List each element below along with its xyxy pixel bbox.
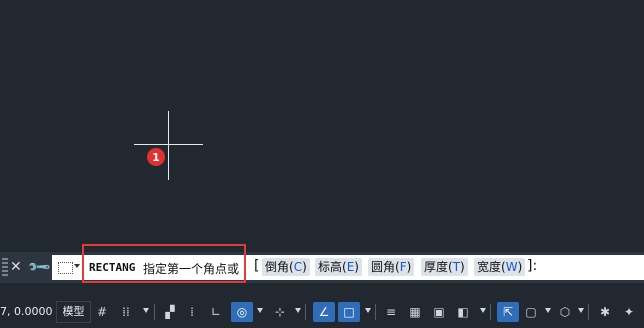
separator <box>490 304 491 320</box>
option-width[interactable]: 宽度(W) <box>474 258 526 276</box>
separator <box>375 304 376 320</box>
options-close-bracket: ]: <box>527 258 538 274</box>
chevron-down-icon[interactable] <box>480 308 486 313</box>
drag-grip-handle[interactable] <box>2 258 8 276</box>
transparency-icon[interactable]: ▦ <box>406 302 424 322</box>
option-fillet[interactable]: 圆角(F) <box>368 258 415 276</box>
option-chamfer[interactable]: 倒角(C) <box>262 258 310 276</box>
command-highlight-box <box>82 244 246 283</box>
drawing-canvas[interactable]: 1 <box>0 0 644 252</box>
chevron-down-icon[interactable] <box>74 264 80 268</box>
gizmo-icon[interactable]: ⬡ <box>556 302 574 322</box>
lineweight-icon[interactable]: ≡ <box>382 302 400 322</box>
separator <box>154 304 155 320</box>
grid-icon[interactable]: # <box>93 302 111 322</box>
selection-cycling-icon[interactable]: ▣ <box>430 302 448 322</box>
infer-constraints-icon[interactable]: ▞ <box>161 302 179 322</box>
chevron-down-icon[interactable] <box>257 308 263 313</box>
crosshair-vertical <box>168 111 169 180</box>
isodraft-icon[interactable]: ⊹ <box>271 302 289 322</box>
object-snap-icon[interactable]: □ <box>338 302 360 322</box>
dynamic-ucs-icon[interactable]: ⇱ <box>497 302 519 322</box>
object-snap-tracking-icon[interactable]: ∠ <box>313 302 335 322</box>
polar-tracking-icon[interactable]: ◎ <box>231 302 253 322</box>
selection-filter-icon[interactable]: ▢ <box>522 302 540 322</box>
wrench-icon[interactable]: 🔧 <box>26 254 52 280</box>
chevron-down-icon[interactable] <box>365 308 371 313</box>
close-icon[interactable]: ✕ <box>10 259 22 275</box>
dynamic-input-icon[interactable]: ⁞ <box>183 302 201 322</box>
annotation-visibility-icon[interactable]: ✱ <box>596 302 614 322</box>
chevron-down-icon[interactable] <box>578 308 584 313</box>
chevron-down-icon[interactable] <box>545 308 551 313</box>
chevron-down-icon[interactable] <box>295 308 301 313</box>
separator <box>588 304 589 320</box>
auto-scale-icon[interactable]: ✦ <box>620 302 638 322</box>
ortho-icon[interactable]: ∟ <box>207 302 225 322</box>
option-thickness[interactable]: 厚度(T) <box>421 258 468 276</box>
coordinate-readout: 7, 0.0000 <box>0 305 53 318</box>
3d-object-snap-icon[interactable]: ◧ <box>454 302 472 322</box>
snap-icon[interactable]: ⁞⁞ <box>117 302 135 322</box>
status-bar: 7, 0.0000 模型 # ⁞⁞ ▞ ⁞ ∟ ◎ ⊹ ∠ □ ≡ ▦ ▣ ◧ … <box>0 297 644 328</box>
rectangle-icon[interactable] <box>58 262 73 274</box>
option-elevation[interactable]: 标高(E) <box>315 258 362 276</box>
step-marker-badge: 1 <box>147 148 165 166</box>
chevron-down-icon[interactable] <box>143 308 149 313</box>
options-open-bracket: [ <box>254 258 260 274</box>
separator <box>305 304 306 320</box>
model-tab[interactable]: 模型 <box>56 301 91 323</box>
